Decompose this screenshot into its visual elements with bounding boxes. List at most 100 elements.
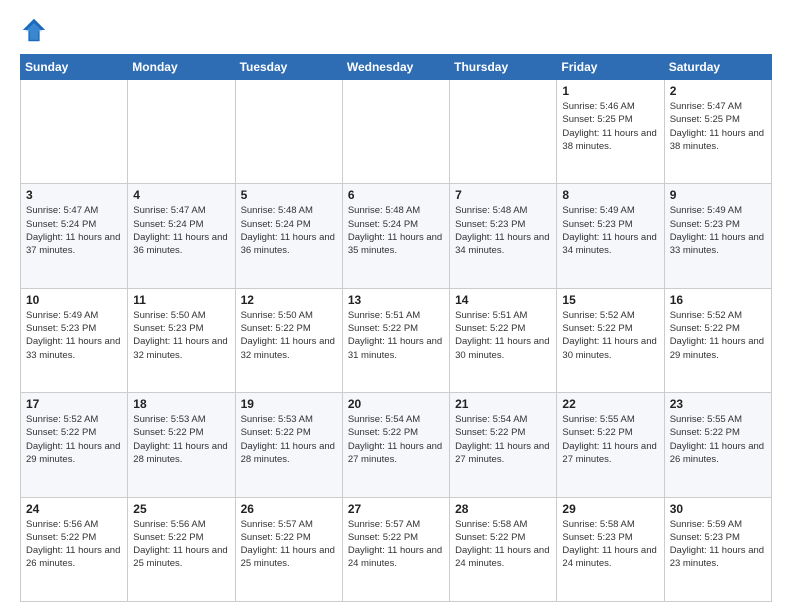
day-number: 25 <box>133 502 229 516</box>
cell-w1-d1 <box>21 80 128 184</box>
day-info: Sunrise: 5:46 AM Sunset: 5:25 PM Dayligh… <box>562 100 658 153</box>
week-row-3: 10 Sunrise: 5:49 AM Sunset: 5:23 PM Dayli… <box>21 288 772 392</box>
cell-w4-d3: 19Sunrise: 5:53 AM Sunset: 5:22 PM Dayli… <box>235 393 342 497</box>
cell-w1-d5 <box>450 80 557 184</box>
day-info: Sunrise: 5:57 AM Sunset: 5:22 PM Dayligh… <box>348 518 444 571</box>
cell-w3-d2: 11 Sunrise: 5:50 AM Sunset: 5:23 PM Dayli… <box>128 288 235 392</box>
cell-w1-d6: 1 Sunrise: 5:46 AM Sunset: 5:25 PM Daylig… <box>557 80 664 184</box>
day-info: Sunrise: 5:51 AM Sunset: 5:22 PM Dayligh… <box>348 309 444 362</box>
day-info: Sunrise: 5:49 AM Sunset: 5:23 PM Dayligh… <box>26 309 122 362</box>
day-number: 11 <box>133 293 229 307</box>
day-info: Sunrise: 5:55 AM Sunset: 5:22 PM Dayligh… <box>562 413 658 466</box>
cell-w5-d6: 29 Sunrise: 5:58 AM Sunset: 5:23 PM Dayli… <box>557 497 664 601</box>
day-info: Sunrise: 5:47 AM Sunset: 5:24 PM Dayligh… <box>133 204 229 257</box>
day-number: 23 <box>670 397 766 411</box>
day-number: 22 <box>562 397 658 411</box>
day-number: 30 <box>670 502 766 516</box>
cell-w5-d4: 27 Sunrise: 5:57 AM Sunset: 5:22 PM Dayli… <box>342 497 449 601</box>
day-number: 28 <box>455 502 551 516</box>
cell-w1-d3 <box>235 80 342 184</box>
day-info: Sunrise: 5:48 AM Sunset: 5:24 PM Dayligh… <box>241 204 337 257</box>
day-number: 4 <box>133 188 229 202</box>
cell-w5-d7: 30 Sunrise: 5:59 AM Sunset: 5:23 PM Dayli… <box>664 497 771 601</box>
week-row-5: 24 Sunrise: 5:56 AM Sunset: 5:22 PM Dayli… <box>21 497 772 601</box>
cell-w2-d2: 4 Sunrise: 5:47 AM Sunset: 5:24 PM Daylig… <box>128 184 235 288</box>
day-number: 21 <box>455 397 551 411</box>
day-info: Sunrise: 5:54 AM Sunset: 5:22 PM Dayligh… <box>455 413 551 466</box>
cell-w4-d4: 20 Sunrise: 5:54 AM Sunset: 5:22 PM Dayli… <box>342 393 449 497</box>
cell-w3-d5: 14 Sunrise: 5:51 AM Sunset: 5:22 PM Dayli… <box>450 288 557 392</box>
day-info: Sunrise: 5:58 AM Sunset: 5:22 PM Dayligh… <box>455 518 551 571</box>
day-number: 16 <box>670 293 766 307</box>
calendar-table: Sunday Monday Tuesday Wednesday Thursday… <box>20 54 772 602</box>
day-info: Sunrise: 5:49 AM Sunset: 5:23 PM Dayligh… <box>562 204 658 257</box>
cell-w5-d1: 24 Sunrise: 5:56 AM Sunset: 5:22 PM Dayli… <box>21 497 128 601</box>
col-wednesday: Wednesday <box>342 55 449 80</box>
day-info: Sunrise: 5:52 AM Sunset: 5:22 PM Dayligh… <box>26 413 122 466</box>
day-number: 15 <box>562 293 658 307</box>
cell-w4-d6: 22 Sunrise: 5:55 AM Sunset: 5:22 PM Dayli… <box>557 393 664 497</box>
day-number: 13 <box>348 293 444 307</box>
day-number: 27 <box>348 502 444 516</box>
day-info: Sunrise: 5:48 AM Sunset: 5:24 PM Dayligh… <box>348 204 444 257</box>
day-info: Sunrise: 5:52 AM Sunset: 5:22 PM Dayligh… <box>670 309 766 362</box>
cell-w3-d3: 12 Sunrise: 5:50 AM Sunset: 5:22 PM Dayli… <box>235 288 342 392</box>
col-monday: Monday <box>128 55 235 80</box>
day-info: Sunrise: 5:57 AM Sunset: 5:22 PM Dayligh… <box>241 518 337 571</box>
day-info: Sunrise: 5:53 AM Sunset: 5:22 PM Dayligh… <box>133 413 229 466</box>
header <box>20 16 772 44</box>
logo <box>20 16 52 44</box>
logo-icon <box>20 16 48 44</box>
day-number: 12 <box>241 293 337 307</box>
cell-w1-d7: 2 Sunrise: 5:47 AM Sunset: 5:25 PM Daylig… <box>664 80 771 184</box>
cell-w5-d5: 28 Sunrise: 5:58 AM Sunset: 5:22 PM Dayli… <box>450 497 557 601</box>
col-tuesday: Tuesday <box>235 55 342 80</box>
cell-w4-d2: 18 Sunrise: 5:53 AM Sunset: 5:22 PM Dayli… <box>128 393 235 497</box>
week-row-4: 17 Sunrise: 5:52 AM Sunset: 5:22 PM Dayli… <box>21 393 772 497</box>
day-info: Sunrise: 5:50 AM Sunset: 5:22 PM Dayligh… <box>241 309 337 362</box>
calendar-body: 1 Sunrise: 5:46 AM Sunset: 5:25 PM Daylig… <box>21 80 772 602</box>
day-info: Sunrise: 5:50 AM Sunset: 5:23 PM Dayligh… <box>133 309 229 362</box>
day-number: 8 <box>562 188 658 202</box>
day-info: Sunrise: 5:49 AM Sunset: 5:23 PM Dayligh… <box>670 204 766 257</box>
cell-w1-d2 <box>128 80 235 184</box>
cell-w4-d5: 21 Sunrise: 5:54 AM Sunset: 5:22 PM Dayli… <box>450 393 557 497</box>
cell-w2-d3: 5Sunrise: 5:48 AM Sunset: 5:24 PM Daylig… <box>235 184 342 288</box>
day-number: 24 <box>26 502 122 516</box>
day-number: 2 <box>670 84 766 98</box>
day-info: Sunrise: 5:51 AM Sunset: 5:22 PM Dayligh… <box>455 309 551 362</box>
col-friday: Friday <box>557 55 664 80</box>
day-info: Sunrise: 5:48 AM Sunset: 5:23 PM Dayligh… <box>455 204 551 257</box>
day-number: 18 <box>133 397 229 411</box>
day-info: Sunrise: 5:55 AM Sunset: 5:22 PM Dayligh… <box>670 413 766 466</box>
col-sunday: Sunday <box>21 55 128 80</box>
cell-w2-d6: 8 Sunrise: 5:49 AM Sunset: 5:23 PM Daylig… <box>557 184 664 288</box>
day-info: Sunrise: 5:56 AM Sunset: 5:22 PM Dayligh… <box>26 518 122 571</box>
day-number: 14 <box>455 293 551 307</box>
cell-w4-d1: 17 Sunrise: 5:52 AM Sunset: 5:22 PM Dayli… <box>21 393 128 497</box>
day-number: 20 <box>348 397 444 411</box>
day-info: Sunrise: 5:54 AM Sunset: 5:22 PM Dayligh… <box>348 413 444 466</box>
cell-w2-d7: 9Sunrise: 5:49 AM Sunset: 5:23 PM Daylig… <box>664 184 771 288</box>
day-info: Sunrise: 5:58 AM Sunset: 5:23 PM Dayligh… <box>562 518 658 571</box>
day-info: Sunrise: 5:52 AM Sunset: 5:22 PM Dayligh… <box>562 309 658 362</box>
cell-w4-d7: 23 Sunrise: 5:55 AM Sunset: 5:22 PM Dayli… <box>664 393 771 497</box>
day-info: Sunrise: 5:47 AM Sunset: 5:24 PM Dayligh… <box>26 204 122 257</box>
cell-w3-d1: 10 Sunrise: 5:49 AM Sunset: 5:23 PM Dayli… <box>21 288 128 392</box>
cell-w2-d4: 6Sunrise: 5:48 AM Sunset: 5:24 PM Daylig… <box>342 184 449 288</box>
day-info: Sunrise: 5:59 AM Sunset: 5:23 PM Dayligh… <box>670 518 766 571</box>
day-number: 17 <box>26 397 122 411</box>
day-info: Sunrise: 5:47 AM Sunset: 5:25 PM Dayligh… <box>670 100 766 153</box>
calendar-header-row: Sunday Monday Tuesday Wednesday Thursday… <box>21 55 772 80</box>
col-thursday: Thursday <box>450 55 557 80</box>
cell-w2-d5: 7 Sunrise: 5:48 AM Sunset: 5:23 PM Daylig… <box>450 184 557 288</box>
day-number: 10 <box>26 293 122 307</box>
day-number: 19 <box>241 397 337 411</box>
day-number: 1 <box>562 84 658 98</box>
day-number: 7 <box>455 188 551 202</box>
cell-w5-d3: 26Sunrise: 5:57 AM Sunset: 5:22 PM Dayli… <box>235 497 342 601</box>
col-saturday: Saturday <box>664 55 771 80</box>
cell-w3-d4: 13 Sunrise: 5:51 AM Sunset: 5:22 PM Dayli… <box>342 288 449 392</box>
day-number: 29 <box>562 502 658 516</box>
cell-w3-d6: 15 Sunrise: 5:52 AM Sunset: 5:22 PM Dayli… <box>557 288 664 392</box>
